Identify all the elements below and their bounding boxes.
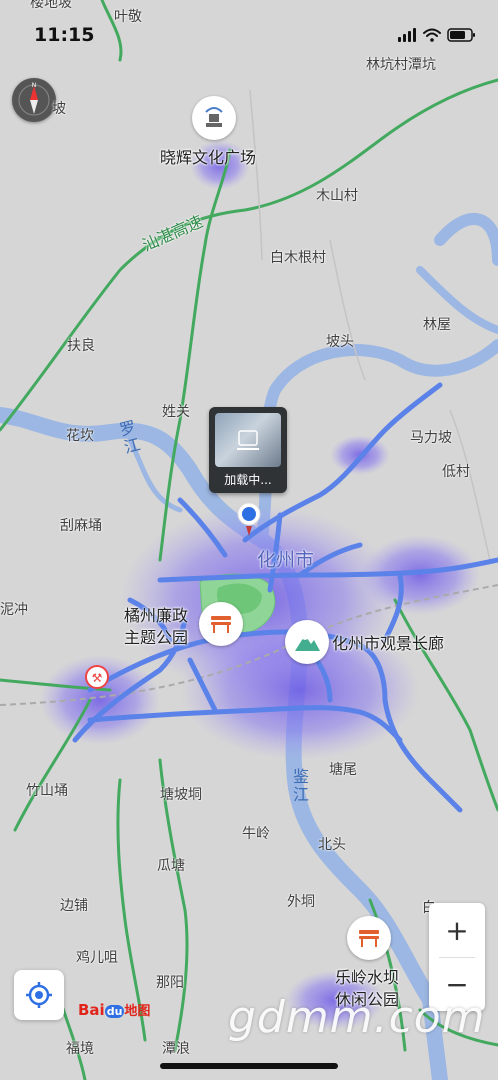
place-label: 鸡儿咀 xyxy=(76,950,118,966)
place-label: 坡 xyxy=(52,101,66,117)
poi-xiaohui-plaza[interactable] xyxy=(192,96,236,140)
place-label: 那阳 xyxy=(156,975,184,991)
crosshair-icon xyxy=(26,982,52,1008)
compass-button[interactable]: N xyxy=(12,78,56,122)
compass-icon: N xyxy=(18,82,50,116)
place-label: 林屋 xyxy=(423,317,451,333)
wifi-icon xyxy=(423,28,441,42)
poi-leling-park[interactable] xyxy=(347,916,391,960)
place-label: 泥冲 xyxy=(0,602,28,618)
place-label: 塘尾 xyxy=(329,762,357,778)
place-label: 外垌 xyxy=(287,894,315,910)
place-label: 楼地坡 xyxy=(30,0,72,11)
place-label: 扶良 xyxy=(67,338,95,354)
status-time: 11:15 xyxy=(34,24,95,46)
poi-label-xiaohui[interactable]: 晓辉文化广场 xyxy=(160,144,256,168)
cellular-signal-icon xyxy=(398,28,416,42)
mountain-icon xyxy=(295,635,320,651)
place-label: 边铺 xyxy=(60,898,88,914)
svg-text:⚒: ⚒ xyxy=(92,671,103,685)
construction-icon: ⚒ xyxy=(85,665,109,689)
place-label: 白木根村 xyxy=(270,250,326,266)
river-label-jianjiang: 鉴江 xyxy=(290,768,309,804)
place-label: 马力坡 xyxy=(410,430,452,446)
monument-icon xyxy=(205,107,223,127)
watermark: gdmm.com xyxy=(228,992,486,1043)
zoom-in-button[interactable]: + xyxy=(429,903,485,957)
preview-thumbnail xyxy=(215,413,281,467)
place-label: 福境 xyxy=(66,1041,94,1057)
place-label: 牛岭 xyxy=(242,826,270,842)
image-placeholder-icon xyxy=(237,430,259,450)
locate-me-button[interactable] xyxy=(14,970,64,1020)
place-label: 刮麻埇 xyxy=(60,518,102,534)
place-label: 北头 xyxy=(318,837,346,853)
park-bench-icon xyxy=(211,616,231,633)
place-label: 瓜塘 xyxy=(157,858,185,874)
place-label: 潭浪 xyxy=(162,1041,190,1057)
svg-text:N: N xyxy=(32,82,37,89)
poi-label-juzhou-1[interactable]: 橘州廉政 xyxy=(124,602,188,626)
place-label: 木山村 xyxy=(316,188,358,204)
loading-text: 加载中... xyxy=(224,473,272,487)
baidu-map-logo: Bai du 地图 xyxy=(78,1000,150,1019)
battery-icon xyxy=(447,28,475,42)
place-label: 叶敬 xyxy=(114,9,142,25)
poi-label-guanjing[interactable]: 化州市观景长廊 xyxy=(332,630,444,654)
logo-bai: Bai xyxy=(78,1001,105,1019)
place-label: 花坎 xyxy=(66,428,94,444)
place-label: 坡头 xyxy=(326,334,354,350)
place-label: 低村 xyxy=(442,464,470,480)
poi-juzhou-park[interactable] xyxy=(199,602,243,646)
logo-map: 地图 xyxy=(124,1004,151,1019)
logo-du: du xyxy=(104,1005,125,1018)
status-icons xyxy=(398,26,476,48)
place-label: 竹山埇 xyxy=(26,783,68,799)
place-label: 姓关 xyxy=(162,404,190,420)
park-bench-icon xyxy=(359,930,379,947)
home-indicator[interactable] xyxy=(160,1063,338,1069)
poi-label-juzhou-2[interactable]: 主题公园 xyxy=(124,624,188,648)
street-view-preview-card[interactable]: 加载中... xyxy=(209,407,287,493)
place-label: 林坑村潭坑 xyxy=(366,57,436,73)
city-label: 化州市 xyxy=(257,549,315,571)
poi-label-leling-1[interactable]: 乐岭水坝 xyxy=(335,964,399,988)
place-label: 塘坡垌 xyxy=(160,787,202,803)
poi-guanjing-corridor[interactable] xyxy=(285,620,329,664)
